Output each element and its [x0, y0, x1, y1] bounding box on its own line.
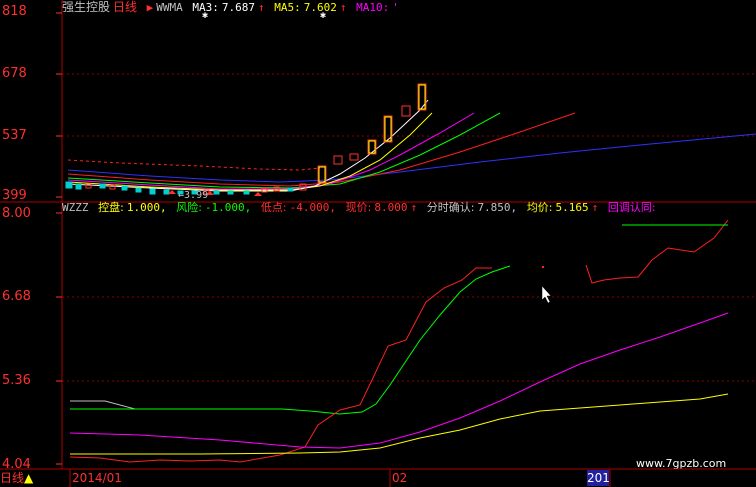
period-tab-label: 日线 — [0, 471, 25, 485]
date-mid-label: 02 — [392, 471, 408, 485]
triangle-up-icon: ▲ — [24, 471, 34, 485]
date-start-label: 2014/01 — [72, 471, 122, 485]
period-tab[interactable]: 日线▲ — [0, 470, 33, 486]
bottom-frame — [0, 468, 756, 487]
date-end-label: 201 — [587, 470, 610, 486]
